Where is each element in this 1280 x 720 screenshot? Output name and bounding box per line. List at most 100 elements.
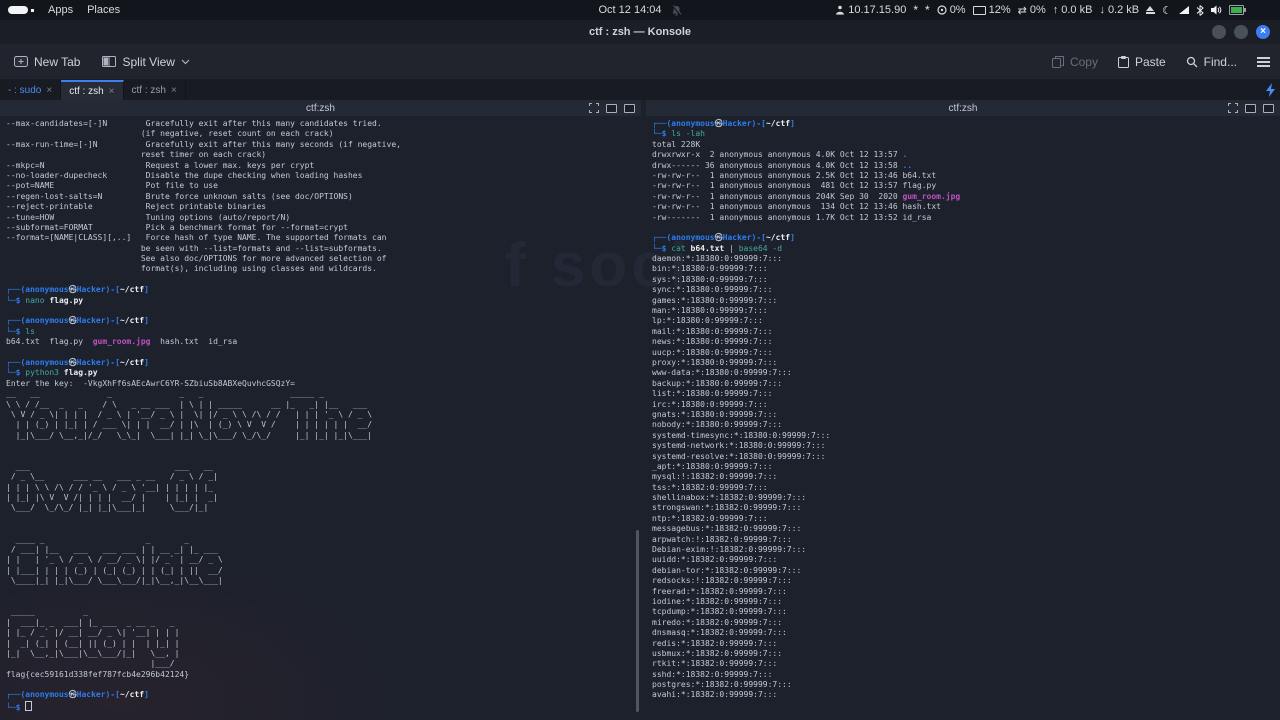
copy-icon xyxy=(1051,55,1064,68)
tab-close-icon[interactable]: × xyxy=(109,86,115,97)
split-view-button[interactable]: Split View xyxy=(102,55,190,69)
new-tab-button[interactable]: New Tab xyxy=(14,55,80,69)
terminal-pane-right[interactable]: ctf:zsh ┌──(anonymous㉿Hacker)-[~/ctf] └─$… xyxy=(646,100,1280,720)
terminal-output-right[interactable]: ┌──(anonymous㉿Hacker)-[~/ctf] └─$ ls -lah… xyxy=(646,116,1280,701)
find-label: Find... xyxy=(1203,54,1237,69)
terminal-line: \____|_| |_|\___/ \___\___/|_|\__,_|\__\… xyxy=(6,576,223,586)
terminal-line: └─$ cat b64.txt | base64 -d xyxy=(652,243,783,253)
down-arrow-icon: ↓ xyxy=(1099,4,1105,16)
logo-icon xyxy=(8,6,28,14)
terminal-line: Enter the key: -VkgXhFf6sAEcAwrC6YR-SZbi… xyxy=(6,378,295,388)
terminal-line: b64.txt flag.py gum_room.jpg hash.txt id… xyxy=(6,337,238,347)
tray-asterisk-icon-1[interactable]: * xyxy=(913,4,918,16)
pane-title: ctf:zsh xyxy=(948,102,978,114)
pane-header-right[interactable]: ctf:zsh xyxy=(646,100,1280,116)
terminal-line: ___ ___ __ xyxy=(6,461,218,471)
terminal-output-left[interactable]: --max-candidates=[-]N Gracefully exit af… xyxy=(0,116,641,712)
scrollbar[interactable] xyxy=(636,530,639,712)
terminal-line: | | (_) | |_| | / ___ \| | | __/ | |\ | … xyxy=(6,420,373,430)
split-view-icon xyxy=(102,56,117,67)
expand-pane-icon[interactable] xyxy=(1228,103,1238,113)
terminal-line: --pot=NAME Pot file to use xyxy=(6,181,218,191)
cpu-indicator[interactable]: 0% xyxy=(937,4,966,16)
paste-button[interactable]: Paste xyxy=(1117,55,1166,69)
volume-icon[interactable] xyxy=(1211,5,1222,15)
terminal-line: avahi:*:18382:0:99999:7::: xyxy=(652,690,778,700)
terminal-pane-left[interactable]: ctf:zsh --max-candidates=[-]N Gracefully… xyxy=(0,100,641,720)
download-value: 0.2 kB xyxy=(1107,4,1140,16)
clock[interactable]: Oct 12 14:04 xyxy=(599,4,662,16)
terminal-line: systemd-network:*:18380:0:99999:7::: xyxy=(652,441,826,451)
desktop: Apps Places Oct 12 14:04 10.17.15.90 * *… xyxy=(0,0,1280,720)
upload-indicator[interactable]: ↑ 0.0 kB xyxy=(1053,4,1093,16)
network-load-indicator[interactable]: ⇄ 0% xyxy=(1018,4,1046,17)
tab-sudo[interactable]: - : sudo × xyxy=(0,80,62,100)
do-not-disturb-moon-icon[interactable]: ☾ xyxy=(1162,4,1172,17)
terminal-line: redsocks:!:18382:0:99999:7::: xyxy=(652,576,792,586)
find-button[interactable]: Find... xyxy=(1186,55,1237,69)
quick-commands-bolt-icon[interactable] xyxy=(1266,83,1276,97)
distro-menu-logo[interactable] xyxy=(8,6,34,14)
terminal-line: --regen-lost-salts=N Brute force unknown… xyxy=(6,191,353,201)
tab-close-icon[interactable]: × xyxy=(171,85,177,96)
terminal-line: freerad:*:18382:0:99999:7::: xyxy=(652,586,787,596)
terminal-line: daemon:*:18380:0:99999:7::: xyxy=(652,254,783,264)
bluetooth-icon[interactable] xyxy=(1196,4,1204,16)
tray-asterisk-icon-2[interactable]: * xyxy=(925,4,930,16)
terminal-line: / ___| |__ ___ ___ ___ | | __ _| |_ ___ xyxy=(6,545,223,555)
chevron-down-icon xyxy=(181,59,190,64)
search-icon xyxy=(1186,56,1198,67)
terminal-line: gnats:*:18380:0:99999:7::: xyxy=(652,409,778,419)
notifications-muted-icon[interactable] xyxy=(671,4,682,16)
terminal-line: (if negative, reset count on each crack) xyxy=(6,129,334,139)
download-indicator[interactable]: ↓ 0.2 kB xyxy=(1099,4,1139,16)
pane-header-left[interactable]: ctf:zsh xyxy=(0,100,641,116)
vpn-ip-indicator[interactable]: 10.17.15.90 xyxy=(835,4,906,16)
menu-places[interactable]: Places xyxy=(87,4,120,16)
pane-monitor-icon-2[interactable] xyxy=(1263,103,1274,113)
copy-button[interactable]: Copy xyxy=(1051,55,1098,69)
tab-label: - : sudo xyxy=(8,84,42,96)
terminal-line: systemd-resolve:*:18380:0:99999:7::: xyxy=(652,451,826,461)
tab-close-icon[interactable]: × xyxy=(46,85,52,96)
terminal-line: debian-tor:*:18382:0:99999:7::: xyxy=(652,565,802,575)
menu-apps[interactable]: Apps xyxy=(48,4,73,16)
terminal-line: _____ _ xyxy=(6,607,180,617)
menu-hamburger-icon[interactable] xyxy=(1257,55,1270,69)
terminal-line: man:*:18380:0:99999:7::: xyxy=(652,306,768,316)
memory-indicator[interactable]: 12% xyxy=(972,4,1011,16)
pane-monitor-icon-1[interactable] xyxy=(606,103,617,113)
wifi-signal-icon[interactable] xyxy=(1179,6,1189,14)
terminal-line: --max-run-time=[-]N Gracefully exit afte… xyxy=(6,139,401,149)
upload-value: 0.0 kB xyxy=(1061,4,1093,16)
window-titlebar[interactable]: ctf : zsh — Konsole × xyxy=(0,20,1280,44)
maximize-button[interactable] xyxy=(1234,25,1248,39)
terminal-line: postgres:*:18382:0:99999:7::: xyxy=(652,680,792,690)
new-tab-label: New Tab xyxy=(34,54,81,69)
up-arrow-icon: ↑ xyxy=(1052,4,1059,16)
terminal-line: ┌──(anonymous㉿Hacker)-[~/ctf] xyxy=(652,233,795,243)
terminal-line: \ \ / /__ _ _ / \ _ __ ___ | \ | | _____… xyxy=(6,399,373,409)
tab-ctf-zsh-active[interactable]: ctf : zsh × xyxy=(61,80,124,100)
expand-pane-icon[interactable] xyxy=(589,103,599,113)
close-button[interactable]: × xyxy=(1256,25,1270,39)
tab-ctf-zsh-2[interactable]: ctf : zsh × xyxy=(124,80,186,100)
terminal-line: ┌──(anonymous㉿Hacker)-[~/ctf] xyxy=(6,285,149,295)
terminal-line: Debian-exim:!:18382:0:99999:7::: xyxy=(652,545,807,555)
vpn-ip: 10.17.15.90 xyxy=(848,4,907,16)
pane-monitor-icon-1[interactable] xyxy=(1245,103,1256,113)
terminal-line: backup:*:18380:0:99999:7::: xyxy=(652,378,783,388)
terminal-line: drwxrwxr-x 2 anonymous anonymous 4.0K Oc… xyxy=(652,150,908,160)
battery-icon[interactable] xyxy=(1229,5,1246,15)
pane-monitor-icon-2[interactable] xyxy=(624,103,635,113)
minimize-button[interactable] xyxy=(1212,25,1226,39)
tab-label: ctf : zsh xyxy=(131,84,166,96)
eject-icon[interactable] xyxy=(1146,5,1156,15)
